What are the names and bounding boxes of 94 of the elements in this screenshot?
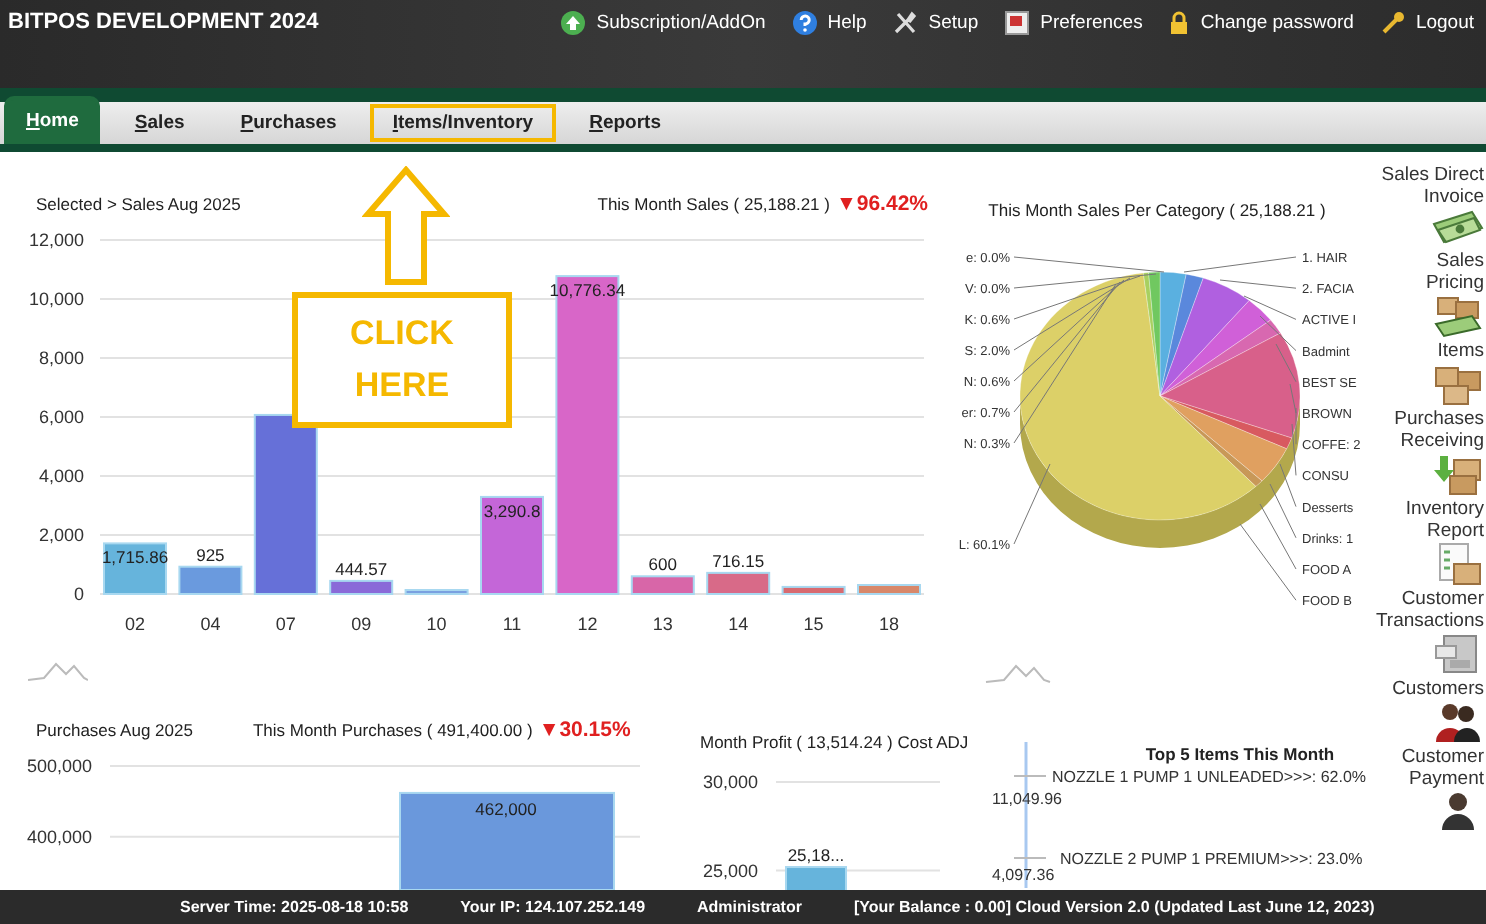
chart-title: This Month Sales Per Category ( 25,188.21 ): [986, 198, 1328, 224]
change-percent: ▼96.42%: [835, 192, 928, 216]
header-link[interactable]: Setup: [892, 10, 979, 36]
leader-line: [1013, 857, 1047, 860]
help-icon[interactable]: [791, 10, 818, 36]
chart-bar: [329, 579, 394, 595]
nav-tab[interactable]: Purchases: [218, 104, 359, 142]
nav-tab[interactable]: Home: [4, 96, 101, 144]
axis-tick-label: 6,000: [38, 407, 84, 427]
axis-category-label: 13: [652, 614, 673, 634]
bar-value-label: 25,18...: [787, 845, 845, 866]
axis-category-label: 11: [502, 614, 522, 634]
sidebar-item[interactable]: Purchases Receiving: [1374, 408, 1484, 496]
axis-tick-label: 30,000: [702, 772, 758, 793]
axis-tick-label: 400,000: [26, 827, 92, 848]
bar-value-label: 462,000: [475, 799, 537, 820]
axis-tick-label: 0: [73, 584, 84, 604]
axis-tick-label: 4,000: [38, 466, 84, 486]
axis-category-label: 14: [728, 614, 749, 634]
nav-tab[interactable]: Reports: [567, 104, 683, 142]
tools-icon[interactable]: [892, 10, 919, 36]
people-icon[interactable]: [1432, 700, 1484, 744]
bar-value-label: 925: [196, 544, 225, 565]
upload-icon[interactable]: [560, 10, 587, 36]
user-name: Administrator: [697, 898, 802, 916]
chart-bar: [781, 585, 846, 595]
axis-category-label: 15: [803, 614, 824, 634]
chart-bar: [404, 589, 469, 595]
item-share-label: NOZZLE 2 PUMP 1 PREMIUM>>>: 23.0%: [1060, 850, 1363, 869]
bar-value-label: 444.57: [335, 558, 388, 579]
sidebar-item[interactable]: Sales Pricing: [1374, 250, 1484, 338]
sidebar-item[interactable]: Inventory Report: [1374, 498, 1484, 586]
item-value-label: 11,049.96: [992, 790, 1062, 809]
axis-category-label: 10: [426, 614, 447, 634]
version-info: [Your Balance : 0.00] Cloud Version 2.0 (Updated Last June 12, 2023): [853, 898, 1375, 916]
axis-tick-label: 25,000: [702, 861, 758, 882]
callout-arrow: [362, 166, 450, 286]
leader-line: [1219, 279, 1297, 289]
bar-value-label: 600: [648, 554, 677, 575]
sidebar-item[interactable]: Customer Transactions: [1374, 588, 1484, 676]
boxes-icon[interactable]: [1432, 362, 1484, 406]
window-icon[interactable]: [1004, 10, 1031, 36]
axis-tick-label: 2,000: [38, 525, 84, 545]
header-link[interactable]: Preferences: [1004, 10, 1143, 36]
chart-title: Purchases Aug 2025: [36, 720, 193, 741]
nav-tab[interactable]: Items/Inventory: [370, 104, 556, 142]
header-link[interactable]: Logout: [1379, 10, 1474, 36]
item-share-label: NOZZLE 1 PUMP 1 UNLEADED>>>: 62.0%: [1052, 768, 1367, 787]
item-value-label: 4,097.36: [992, 866, 1055, 885]
nav-tab[interactable]: Sales: [112, 104, 207, 142]
bar-value-label: 3,290.8: [483, 500, 541, 521]
click-here-callout: CLICK HERE: [292, 292, 512, 428]
axis-category-label: 18: [879, 614, 899, 634]
chart-title: Month Profit ( 13,514.24 ) Cost ADJ: [700, 732, 969, 753]
header-link[interactable]: Subscription/AddOn: [560, 10, 766, 36]
boxes-money-icon[interactable]: [1432, 294, 1484, 338]
app-title: BITPOS DEVELOPMENT 2024: [8, 10, 319, 34]
axis-tick-label: 8,000: [38, 348, 84, 368]
chart-bar: [630, 575, 695, 595]
chart-summary: This Month Purchases ( 491,400.00 ): [252, 720, 533, 741]
chart-summary: This Month Sales ( 25,188.21 ): [597, 194, 830, 214]
sidebar-item[interactable]: Customer Payment: [1374, 746, 1484, 830]
chart-bar: [857, 584, 921, 595]
lock-icon[interactable]: [1168, 10, 1191, 36]
chart-breadcrumb: Selected > Sales Aug 2025: [36, 194, 241, 214]
header-link[interactable]: Help: [791, 10, 867, 36]
axis-category-label: 07: [275, 614, 296, 634]
sidebar-item[interactable]: Customers: [1392, 678, 1484, 744]
axis-tick-label: 10,000: [28, 289, 84, 309]
chart-bar: [480, 495, 544, 595]
boxes-arrow-icon[interactable]: [1432, 452, 1484, 496]
change-percent: ▼30.15%: [538, 718, 631, 743]
sidebar-item[interactable]: Items: [1432, 340, 1484, 406]
leader-line: [1183, 256, 1297, 273]
leader-line: [1013, 463, 1051, 545]
axis-category-label: 12: [577, 614, 598, 634]
mountain-line-icon: [985, 665, 1051, 684]
header-link[interactable]: Change password: [1168, 10, 1354, 36]
chart-bar: [706, 571, 771, 595]
ip-address: Your IP: 124.107.252.149: [460, 898, 646, 916]
money-icon[interactable]: [1432, 208, 1484, 248]
axis-category-label: 09: [351, 614, 372, 634]
chart-bar: [178, 565, 243, 595]
chart-title: Top 5 Items This Month: [1145, 744, 1335, 765]
axis-category-label: 04: [200, 614, 221, 634]
key-icon[interactable]: [1379, 10, 1406, 36]
mountain-line-icon: [28, 658, 88, 683]
axis-tick-label: 500,000: [26, 756, 92, 777]
axis-tick-label: 12,000: [28, 230, 84, 250]
bar-value-label: 716.15: [712, 550, 765, 571]
sidebar-item[interactable]: Sales Direct Invoice: [1374, 164, 1484, 248]
leader-line: [1013, 775, 1047, 778]
server-time: Server Time: 2025-08-18 10:58: [180, 898, 409, 916]
axis-category-label: 02: [125, 614, 145, 634]
